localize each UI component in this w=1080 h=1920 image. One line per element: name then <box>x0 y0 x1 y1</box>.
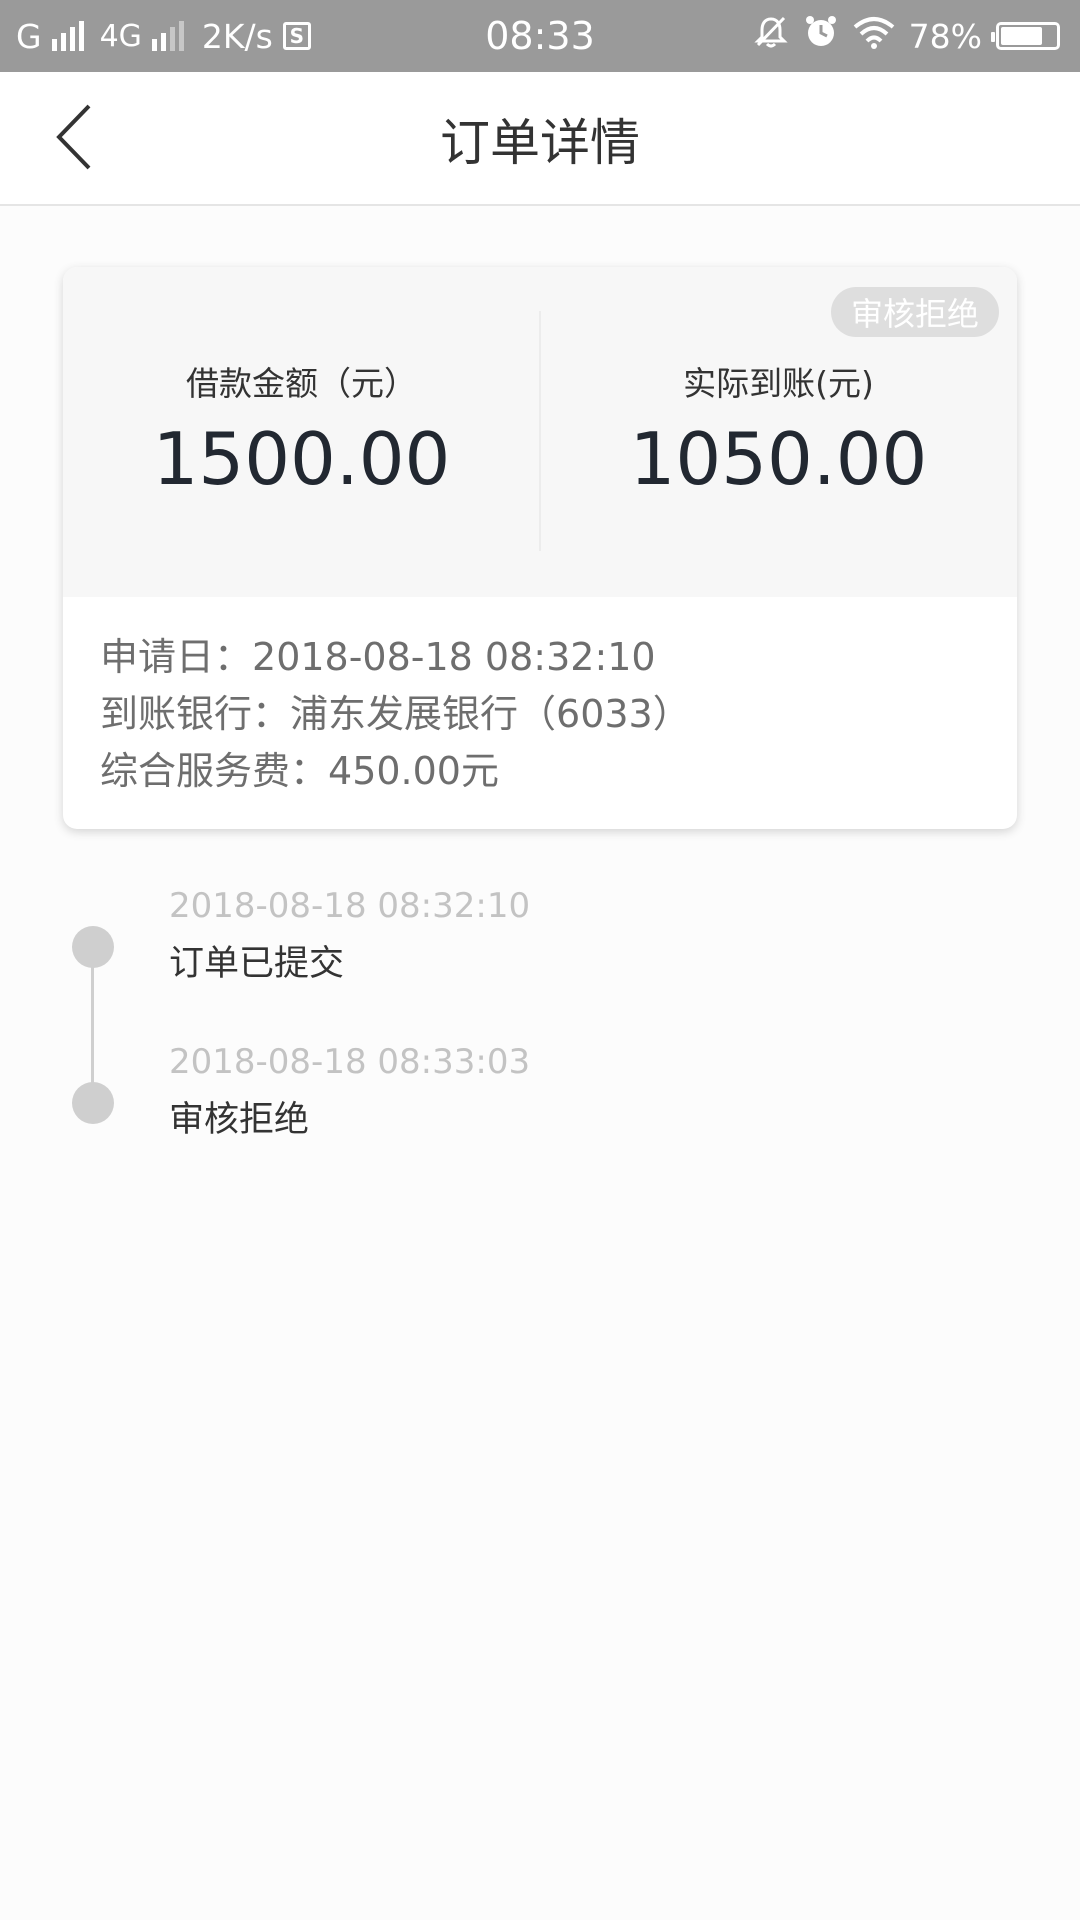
service-fee-value: 450.00元 <box>328 749 499 793</box>
service-fee-row: 综合服务费：450.00元 <box>100 743 997 800</box>
apply-date-label: 申请日： <box>100 635 253 679</box>
actual-amount-block: 实际到账(元) 1050.00 <box>540 363 1017 499</box>
bank-row: 到账银行：浦东发展银行（6033） <box>100 686 997 743</box>
order-details: 申请日：2018-08-18 08:32:10 到账银行：浦东发展银行（6033… <box>100 629 997 800</box>
timeline-dot <box>72 1082 114 1124</box>
status-bar: G 4G 2K/s S 08:33 78% <box>0 0 1080 72</box>
actual-amount-value: 1050.00 <box>629 417 928 501</box>
page-title: 订单详情 <box>440 114 640 172</box>
apply-date-row: 申请日：2018-08-18 08:32:10 <box>100 629 997 686</box>
timeline-event: 订单已提交 <box>169 944 345 984</box>
timeline-dot <box>72 926 114 968</box>
timeline-time: 2018-08-18 08:32:10 <box>169 886 531 926</box>
battery-percent: 78% <box>908 16 982 56</box>
wifi-icon <box>853 15 895 57</box>
alarm-clock-icon <box>803 14 839 58</box>
timeline-time: 2018-08-18 08:33:03 <box>169 1042 531 1082</box>
amount-section: 审核拒绝 借款金额（元） 1500.00 实际到账(元) 1050.00 <box>63 267 1017 597</box>
apply-date-value: 2018-08-18 08:32:10 <box>252 635 656 679</box>
battery-icon <box>991 22 1060 50</box>
loan-amount-block: 借款金额（元） 1500.00 <box>63 363 540 499</box>
order-summary-card: 审核拒绝 借款金额（元） 1500.00 实际到账(元) 1050.00 申请日… <box>63 267 1017 829</box>
mute-bell-icon <box>753 14 789 58</box>
bank-label: 到账银行： <box>100 692 291 736</box>
status-bar-right: 78% <box>753 0 1060 72</box>
service-fee-label: 综合服务费： <box>100 749 329 793</box>
actual-amount-label: 实际到账(元) <box>683 364 874 403</box>
status-badge: 审核拒绝 <box>830 287 999 337</box>
loan-amount-label: 借款金额（元） <box>186 364 417 403</box>
timeline-connector <box>91 948 94 1103</box>
navigation-bar: 订单详情 <box>0 72 1080 206</box>
loan-amount-value: 1500.00 <box>152 417 451 501</box>
bank-value: 浦东发展银行（6033） <box>290 692 691 736</box>
timeline-event: 审核拒绝 <box>169 1100 310 1140</box>
